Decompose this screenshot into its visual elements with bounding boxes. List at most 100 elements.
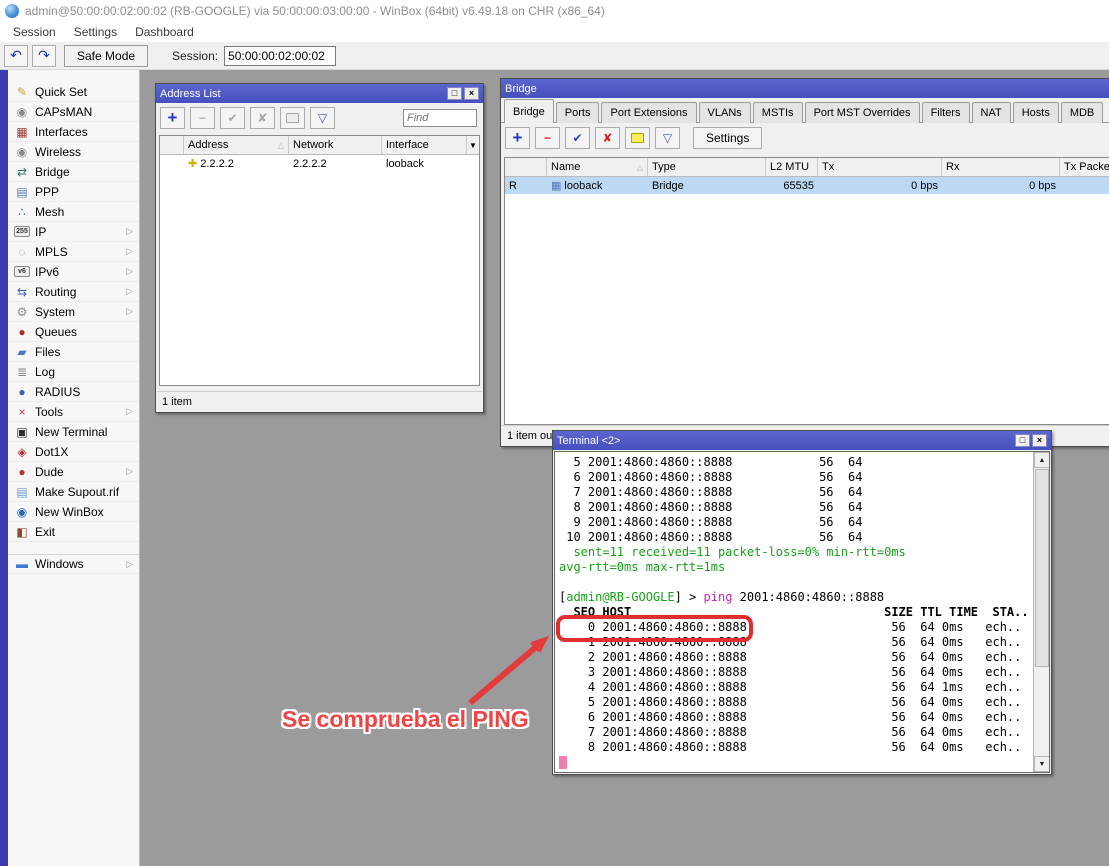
sidebar-item-windows[interactable]: ▬Windows▷: [8, 554, 139, 574]
tab-vlans[interactable]: VLANs: [699, 102, 751, 123]
scrollbar-thumb[interactable]: [1035, 469, 1049, 667]
table-cell: looback: [382, 158, 467, 170]
undo-button[interactable]: ↶: [4, 45, 28, 67]
sidebar-item-dot1x[interactable]: ◈Dot1X: [8, 442, 139, 462]
add-button[interactable]: +: [505, 127, 530, 149]
terminal-line: 4 2001:4860:4860::8888 56 64 1ms ech..: [559, 680, 1031, 695]
sidebar-item-mpls[interactable]: ◌MPLS▷: [8, 242, 139, 262]
column-selector-dropdown-icon[interactable]: ▼: [467, 136, 479, 154]
maximize-icon[interactable]: □: [1015, 434, 1030, 447]
tab-ports[interactable]: Ports: [556, 102, 600, 123]
bridge-toolbar: +−✔✘ ▽ Settings: [501, 123, 1109, 153]
sidebar-item-wireless[interactable]: ◉Wireless: [8, 142, 139, 162]
disable-button[interactable]: ✘: [250, 107, 275, 129]
mpls-icon: ◌: [14, 245, 30, 259]
tab-bridge[interactable]: Bridge: [504, 99, 554, 123]
sidebar-item-queues[interactable]: ●Queues: [8, 322, 139, 342]
column-header-interface[interactable]: Interface: [382, 136, 467, 154]
routing-icon: ⇆: [14, 285, 30, 299]
scroll-up-icon[interactable]: ▲: [1034, 452, 1050, 468]
column-header-network[interactable]: Network: [289, 136, 382, 154]
filter-button[interactable]: ▽: [310, 107, 335, 129]
table-cell: 0 bps: [818, 180, 942, 192]
sidebar-item-label: Exit: [35, 525, 133, 539]
sidebar-item-ppp[interactable]: ▤PPP: [8, 182, 139, 202]
remove-button[interactable]: −: [190, 107, 215, 129]
sidebar-item-dude[interactable]: ●Dude▷: [8, 462, 139, 482]
add-button[interactable]: +: [160, 107, 185, 129]
table-row[interactable]: R▦loobackBridge655350 bps0 bps: [505, 177, 1109, 194]
close-icon[interactable]: ×: [1032, 434, 1047, 447]
sidebar-item-new-winbox[interactable]: ◉New WinBox: [8, 502, 139, 522]
terminal-scrollbar[interactable]: ▲ ▼: [1033, 452, 1049, 772]
address-list-titlebar[interactable]: Address List □ ×: [156, 84, 483, 103]
sidebar-item-make-supout-rif[interactable]: ▤Make Supout.rif: [8, 482, 139, 502]
session-field[interactable]: [224, 46, 336, 66]
remove-button[interactable]: −: [535, 127, 560, 149]
tab-filters[interactable]: Filters: [922, 102, 970, 123]
column-header-tx[interactable]: Tx: [818, 158, 942, 176]
sidebar-item-new-terminal[interactable]: ▣New Terminal: [8, 422, 139, 442]
bridge-titlebar[interactable]: Bridge: [501, 79, 1109, 98]
redo-icon: ↷: [38, 47, 50, 64]
tab-port-extensions[interactable]: Port Extensions: [601, 102, 696, 123]
find-input[interactable]: [403, 109, 477, 127]
tab-nat[interactable]: NAT: [972, 102, 1011, 123]
terminal-line: avg-rtt=0ms max-rtt=1ms: [559, 560, 1031, 575]
enable-button[interactable]: ✔: [565, 127, 590, 149]
sidebar-item-exit[interactable]: ◧Exit: [8, 522, 139, 542]
column-header-rx[interactable]: Rx: [942, 158, 1060, 176]
scroll-down-icon[interactable]: ▼: [1034, 756, 1050, 772]
sidebar-item-radius[interactable]: ●RADIUS: [8, 382, 139, 402]
sidebar-item-system[interactable]: ⚙System▷: [8, 302, 139, 322]
redo-button[interactable]: ↷: [32, 45, 56, 67]
address-list-header: Address△NetworkInterface▼: [160, 136, 479, 155]
sidebar-item-routing[interactable]: ⇆Routing▷: [8, 282, 139, 302]
sidebar-item-capsman[interactable]: ◉CAPsMAN: [8, 102, 139, 122]
sidebar-item-files[interactable]: ▰Files: [8, 342, 139, 362]
terminal-titlebar[interactable]: Terminal <2> □ ×: [553, 431, 1051, 450]
column-header-flags[interactable]: [505, 158, 547, 176]
column-header-flags[interactable]: [160, 136, 184, 154]
disable-icon: ✘: [257, 111, 267, 125]
tab-mstis[interactable]: MSTIs: [753, 102, 803, 123]
sidebar-item-ip[interactable]: 255IP▷: [8, 222, 139, 242]
sidebar-item-label: MPLS: [35, 245, 126, 259]
sidebar-item-interfaces[interactable]: ▦Interfaces: [8, 122, 139, 142]
tab-port-mst-overrides[interactable]: Port MST Overrides: [805, 102, 920, 123]
filter-button[interactable]: ▽: [655, 127, 680, 149]
new-terminal-icon: ▣: [14, 425, 30, 439]
tab-hosts[interactable]: Hosts: [1013, 102, 1059, 123]
terminal-body[interactable]: 5 2001:4860:4860::8888 56 64 6 2001:4860…: [554, 451, 1050, 773]
column-header-tx-packet[interactable]: Tx Packet (: [1060, 158, 1109, 176]
address-list-title: Address List: [160, 88, 445, 100]
submenu-arrow-icon: ▷: [126, 559, 133, 570]
column-header-name[interactable]: Name△: [547, 158, 648, 176]
disable-button[interactable]: ✘: [595, 127, 620, 149]
maximize-icon[interactable]: □: [447, 87, 462, 100]
column-header-address[interactable]: Address△: [184, 136, 289, 154]
sidebar-item-mesh[interactable]: ∴Mesh: [8, 202, 139, 222]
table-row[interactable]: ✚2.2.2.22.2.2.2looback: [160, 155, 479, 172]
bridge-window: Bridge BridgePortsPort ExtensionsVLANsMS…: [500, 78, 1109, 447]
sidebar-item-quick-set[interactable]: ✎Quick Set: [8, 82, 139, 102]
column-header-l2-mtu[interactable]: L2 MTU: [766, 158, 818, 176]
sidebar-item-bridge[interactable]: ⇄Bridge: [8, 162, 139, 182]
column-header-type[interactable]: Type: [648, 158, 766, 176]
menu-item-settings[interactable]: Settings: [65, 23, 126, 41]
tab-mdb[interactable]: MDB: [1061, 102, 1103, 123]
menu-item-session[interactable]: Session: [4, 23, 65, 41]
sidebar-item-ipv6[interactable]: v6IPv6▷: [8, 262, 139, 282]
comment-button[interactable]: [280, 107, 305, 129]
settings-button[interactable]: Settings: [693, 127, 762, 149]
bridge-icon: ⇄: [14, 165, 30, 179]
sidebar-item-tools[interactable]: ×Tools▷: [8, 402, 139, 422]
safe-mode-button[interactable]: Safe Mode: [64, 45, 148, 67]
comment-button[interactable]: [625, 127, 650, 149]
enable-button[interactable]: ✔: [220, 107, 245, 129]
dot1x-icon: ◈: [14, 445, 30, 459]
close-icon[interactable]: ×: [464, 87, 479, 100]
menu-item-dashboard[interactable]: Dashboard: [126, 23, 203, 41]
sidebar-item-label: Routing: [35, 285, 126, 299]
sidebar-item-log[interactable]: ≣Log: [8, 362, 139, 382]
